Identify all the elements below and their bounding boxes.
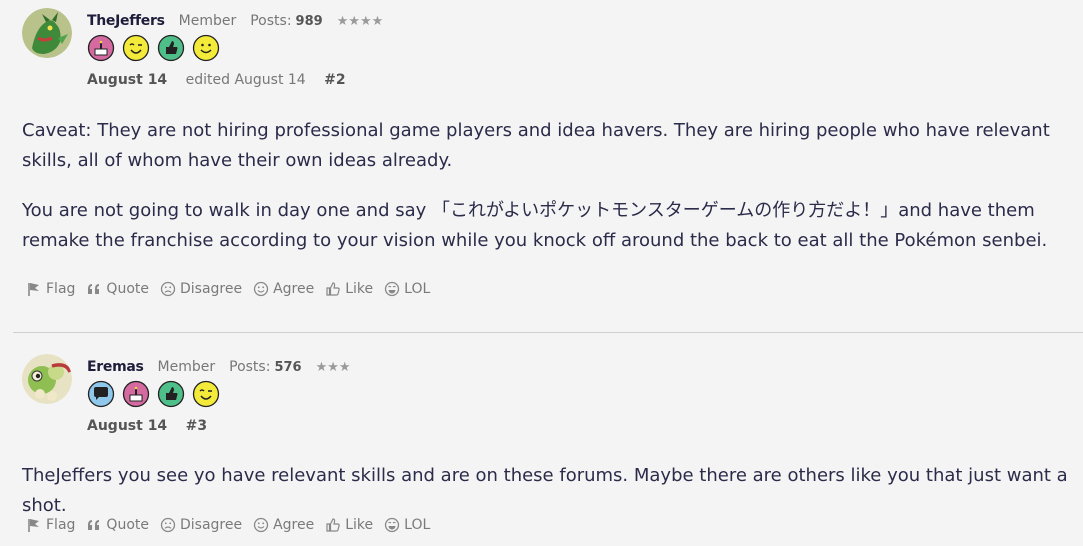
disagree-button[interactable]: Disagree <box>160 281 242 297</box>
lol-label: LOL <box>404 281 431 297</box>
frown-icon <box>160 281 176 297</box>
laugh-icon <box>385 517 400 533</box>
posts-count: 989 <box>295 14 323 29</box>
post-paragraph: TheJeffers you see yo have relevant skil… <box>22 465 1068 516</box>
reaction-bar: Flag Quote Disagree Agree Like LOL <box>26 517 441 533</box>
rank-stars: ★★★★ <box>336 14 384 29</box>
user-role: Member <box>178 13 237 29</box>
rank-stars: ★★★ <box>315 360 351 375</box>
flag-icon <box>28 519 39 532</box>
flag-icon <box>28 283 39 296</box>
laugh-icon <box>385 281 400 297</box>
post-dateline: August 14 edited August 14 #2 <box>87 72 346 88</box>
agree-button[interactable]: Agree <box>253 517 314 533</box>
disagree-button[interactable]: Disagree <box>160 517 242 533</box>
post-permalink[interactable]: #3 <box>186 418 207 434</box>
post-paragraph: You are not going to walk in day one and… <box>22 200 1048 251</box>
like-button[interactable]: Like <box>325 281 373 297</box>
avatar[interactable] <box>22 354 72 404</box>
thumbs-up-icon <box>326 518 340 532</box>
flag-button[interactable]: Flag <box>26 281 75 297</box>
badge-row <box>87 380 227 408</box>
user-role: Member <box>157 359 216 375</box>
disagree-label: Disagree <box>179 517 243 533</box>
post-date[interactable]: August 14 <box>87 418 167 434</box>
thumbs-up-badge-icon[interactable] <box>157 34 185 62</box>
smile-badge-icon[interactable] <box>192 34 220 62</box>
post-meta: TheJeffers Member Posts: 989 ★★★★ <box>87 13 383 29</box>
quote-button[interactable]: Quote <box>86 517 149 533</box>
wink-badge-icon[interactable] <box>122 34 150 62</box>
posts-label: Posts: <box>229 359 271 375</box>
smile-icon <box>253 517 269 533</box>
like-button[interactable]: Like <box>325 517 373 533</box>
like-label: Like <box>345 517 374 533</box>
quote-icon <box>88 520 100 530</box>
posts-label: Posts: <box>250 13 292 29</box>
quote-label: Quote <box>106 517 149 533</box>
flag-label: Flag <box>46 281 76 297</box>
cake-badge-icon[interactable] <box>122 380 150 408</box>
avatar[interactable] <box>22 8 72 58</box>
badge-row <box>87 34 227 62</box>
wink-badge-icon[interactable] <box>192 380 220 408</box>
post-paragraph: Caveat: They are not hiring professional… <box>22 120 1050 171</box>
lol-label: LOL <box>404 517 431 533</box>
lol-button[interactable]: LOL <box>384 517 430 533</box>
quote-icon <box>88 284 100 294</box>
comment-post: Eremas Member Posts: 576 ★★★ August 14 #… <box>0 334 1083 546</box>
cake-badge-icon[interactable] <box>87 34 115 62</box>
thumbs-up-icon <box>326 282 340 296</box>
agree-label: Agree <box>273 281 315 297</box>
post-dateline: August 14 #3 <box>87 418 207 434</box>
speech-badge-icon[interactable] <box>87 380 115 408</box>
username[interactable]: Eremas <box>87 359 144 375</box>
edited-label: edited August 14 <box>185 72 306 88</box>
post-meta: Eremas Member Posts: 576 ★★★ <box>87 359 351 375</box>
post-date[interactable]: August 14 <box>87 72 167 88</box>
smile-icon <box>253 281 269 297</box>
reaction-bar: Flag Quote Disagree Agree Like LOL <box>26 281 441 297</box>
quote-button[interactable]: Quote <box>86 281 149 297</box>
flag-button[interactable]: Flag <box>26 517 75 533</box>
like-label: Like <box>345 281 374 297</box>
posts-count: 576 <box>274 360 302 375</box>
post-divider <box>13 332 1083 333</box>
username[interactable]: TheJeffers <box>87 13 165 29</box>
comment-post: TheJeffers Member Posts: 989 ★★★★ August… <box>0 0 1083 332</box>
lol-button[interactable]: LOL <box>384 281 430 297</box>
quote-label: Quote <box>106 281 149 297</box>
agree-button[interactable]: Agree <box>253 281 314 297</box>
thumbs-up-badge-icon[interactable] <box>157 380 185 408</box>
agree-label: Agree <box>273 517 315 533</box>
disagree-label: Disagree <box>179 281 243 297</box>
post-permalink[interactable]: #2 <box>324 72 345 88</box>
frown-icon <box>160 517 176 533</box>
flag-label: Flag <box>46 517 76 533</box>
